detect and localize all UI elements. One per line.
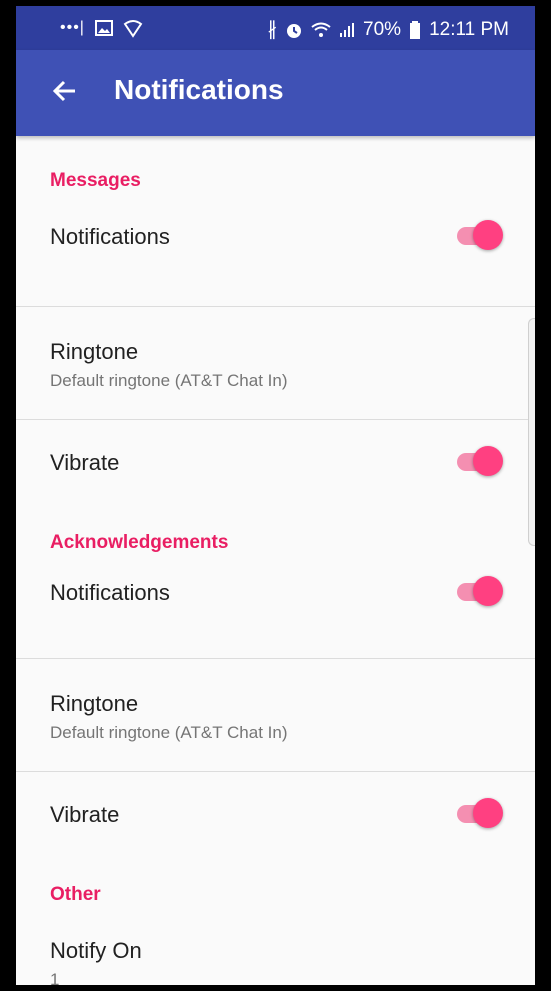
- signal-icon: [340, 22, 355, 37]
- pref-summary: Default ringtone (AT&T Chat In): [50, 723, 288, 742]
- app-bar: Notifications: [16, 50, 535, 136]
- shield-icon: [123, 20, 143, 38]
- pref-messages-ringtone[interactable]: Ringtone Default ringtone (AT&T Chat In): [16, 307, 535, 419]
- status-right: ∦ 70% 12:11 PM: [268, 18, 509, 41]
- page-title: Notifications: [114, 74, 284, 105]
- battery-icon: [410, 20, 421, 39]
- pref-title: Ringtone: [50, 691, 139, 716]
- pref-summary: 1: [50, 970, 60, 989]
- pref-title: Notify On: [50, 938, 142, 963]
- messages-notifications-switch[interactable]: [457, 218, 503, 254]
- ack-notifications-switch[interactable]: [457, 574, 503, 610]
- switch-thumb: [473, 220, 503, 250]
- settings-list: Messages Notifications Ringtone Default …: [16, 136, 535, 989]
- pref-summary: Default ringtone (AT&T Chat In): [50, 371, 288, 390]
- pref-title: Vibrate: [50, 802, 120, 827]
- pref-messages-vibrate[interactable]: Vibrate: [16, 420, 535, 514]
- status-time: 12:11 PM: [429, 18, 509, 40]
- section-header-acknowledgements: Acknowledgements: [50, 532, 229, 553]
- switch-thumb: [473, 798, 503, 828]
- switch-thumb: [473, 446, 503, 476]
- pref-title: Vibrate: [50, 450, 120, 475]
- messages-vibrate-switch[interactable]: [457, 444, 503, 480]
- pref-ack-ringtone[interactable]: Ringtone Default ringtone (AT&T Chat In): [16, 659, 535, 771]
- section-header-other: Other: [50, 884, 101, 905]
- arrow-left-icon[interactable]: [52, 76, 78, 106]
- battery-percent: 70%: [363, 18, 402, 40]
- scrollbar[interactable]: [528, 318, 535, 546]
- bluetooth-icon: ∦: [267, 19, 278, 40]
- pref-notify-on[interactable]: Notify On 1: [16, 914, 535, 989]
- pref-title: Notifications: [50, 580, 170, 605]
- pref-messages-notifications[interactable]: Notifications: [16, 200, 535, 306]
- pref-title: Notifications: [50, 224, 170, 249]
- pref-ack-vibrate[interactable]: Vibrate: [16, 772, 535, 866]
- section-header-messages: Messages: [50, 170, 141, 191]
- wifi-icon: [311, 22, 331, 37]
- pref-title: Ringtone: [50, 339, 139, 364]
- status-bar: •••| ∦ 70% 12:11 PM: [16, 6, 535, 50]
- phone-frame: •••| ∦ 70% 12:11 PM Notifications Messag…: [0, 0, 551, 991]
- more-dots-icon: •••|: [60, 19, 85, 36]
- alarm-icon: [287, 23, 302, 38]
- switch-thumb: [473, 576, 503, 606]
- status-left: •••|: [60, 18, 143, 38]
- ack-vibrate-switch[interactable]: [457, 796, 503, 832]
- image-icon: [94, 20, 113, 36]
- pref-ack-notifications[interactable]: Notifications: [16, 562, 535, 658]
